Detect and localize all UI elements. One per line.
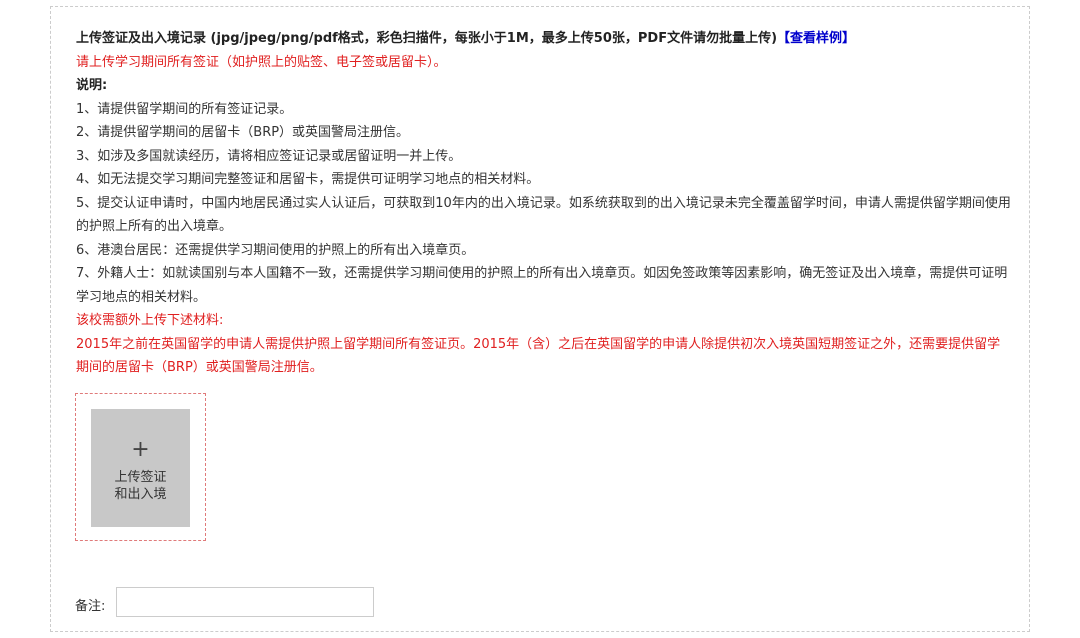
instruction-item: 5、提交认证申请时，中国内地居民通过实人认证后，可获取到10年内的出入境记录。如… (76, 195, 1011, 235)
upload-instructions: 上传签证及出入境记录 (jpg/jpeg/png/pdf格式，彩色扫描件，每张小… (76, 27, 1011, 380)
plus-icon: + (131, 437, 150, 462)
upload-button-label: 上传签证和出入境 (114, 470, 167, 502)
instruction-item: 3、如涉及多国就读经历，请将相应签证记录或居留证明一并上传。 (76, 148, 462, 164)
instruction-item: 7、外籍人士：如就读国别与本人国籍不一致，还需提供学习期间使用的护照上的所有出入… (76, 266, 1008, 305)
visa-upload-panel: 上传签证及出入境记录 (jpg/jpeg/png/pdf格式，彩色扫描件，每张小… (50, 6, 1030, 632)
upload-area: + 上传签证和出入境 (75, 393, 206, 541)
upload-title-line: 上传签证及出入境记录 (jpg/jpeg/png/pdf格式，彩色扫描件，每张小… (76, 27, 1011, 51)
instruction-item: 4、如无法提交学习期间完整签证和居留卡，需提供可证明学习地点的相关材料。 (76, 172, 540, 187)
instruction-item: 1、请提供留学期间的所有签证记录。 (76, 101, 293, 117)
remark-input[interactable] (116, 587, 374, 617)
upload-visa-button[interactable]: + 上传签证和出入境 (91, 409, 190, 527)
instructions-heading: 说明: (76, 78, 108, 93)
instruction-item: 6、港澳台居民：还需提供学习期间使用的护照上的所有出入境章页。 (76, 242, 475, 258)
visa-notice: 请上传学习期间所有签证（如护照上的贴签、电子签或居留卡）。 (76, 54, 447, 70)
view-sample-link[interactable]: 【查看样例】 (777, 31, 855, 46)
upload-title: 上传签证及出入境记录 (jpg/jpeg/png/pdf格式，彩色扫描件，每张小… (76, 31, 778, 46)
remark-label: 备注: (75, 599, 106, 614)
instruction-item: 2、请提供留学期间的居留卡（BRP）或英国警局注册信。 (76, 125, 410, 140)
extra-materials-text: 2015年之前在英国留学的申请人需提供护照上留学期间所有签证页。2015年（含）… (76, 336, 1001, 376)
extra-materials-heading: 该校需额外上传下述材料: (76, 313, 224, 328)
